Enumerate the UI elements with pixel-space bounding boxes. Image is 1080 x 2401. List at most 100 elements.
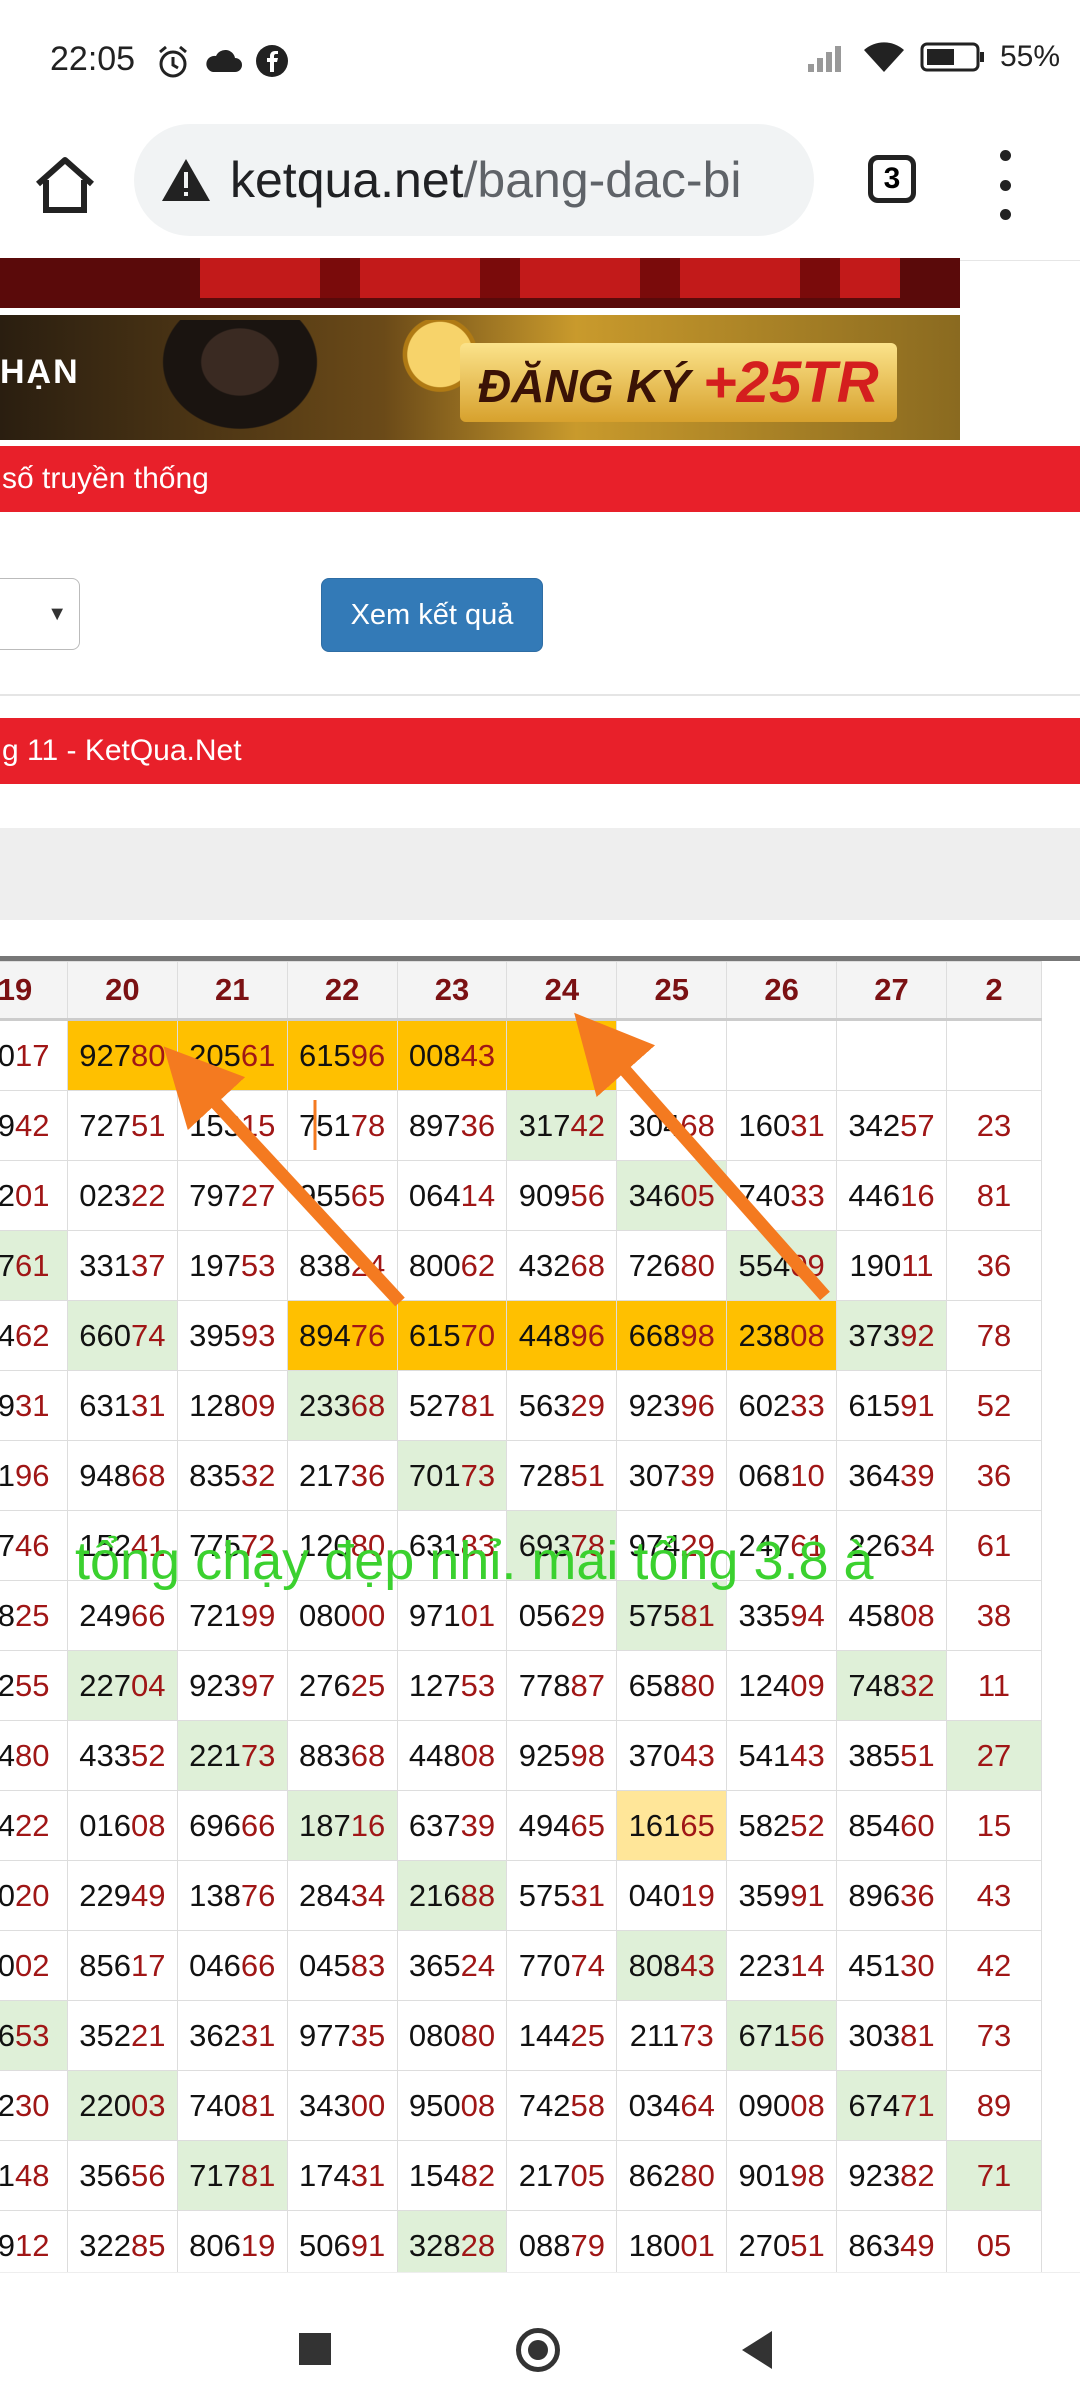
table-row: 3480433522217388368448089259837043541433… [0,1720,1043,1791]
table-cell: 85460 [836,1790,947,1861]
column-header: 26 [726,961,838,1021]
recent-apps-icon[interactable] [299,2333,331,2365]
table-cell [945,1019,1043,1091]
table-cell: 79727 [176,1160,288,1231]
ad-banner-top[interactable] [0,258,960,308]
table-row: 1002856170466604583365247707480843223144… [0,1930,1043,2001]
table-cell: 15482 [396,2140,508,2211]
table-cell: 72751 [66,1090,178,1161]
annotation-text: tổng chạy đẹp nhỉ. mai tổng 3.8 à [75,1531,874,1591]
table-cell: 34605 [616,1160,728,1231]
more-options-icon[interactable] [990,150,1020,220]
wifi-icon [863,42,904,72]
status-icons-right: 55% [806,40,1060,74]
table-cell: 04583 [286,1930,398,2001]
table-cell: 67156 [726,2000,838,2071]
table-cell: 16165 [616,1790,728,1861]
ad-player-image [150,320,330,440]
back-icon[interactable] [742,2331,772,2369]
table-cell: 20561 [176,1019,288,1091]
table-cell: 83532 [176,1440,288,1511]
table-cell: 36439 [836,1440,947,1511]
table-cell: 36524 [396,1930,508,2001]
table-cell: 63131 [66,1370,178,1441]
tab-switcher-button[interactable]: 3 [868,155,916,203]
table-cell: 69666 [176,1790,288,1861]
table-cell: 80619 [176,2210,288,2277]
table-cell: 86349 [836,2210,947,2277]
column-header: 21 [176,961,288,1021]
column-header: 23 [396,961,508,1021]
table-cell: 54143 [726,1720,838,1791]
table-cell: 09008 [726,2070,838,2141]
table-cell: 89736 [396,1090,508,1161]
section-header-table-label: g 11 - KetQua.Net [2,734,242,767]
ad-banner-register[interactable]: HẠN ĐĂNG KÝ +25TR [0,315,960,440]
view-results-button[interactable]: Xem kết quả [321,578,543,652]
table-cell: 89 [945,2070,1043,2141]
table-row: 3912322858061950691328280887918001270518… [0,2210,1043,2277]
table-cell [616,1019,728,1091]
divider [0,694,1080,696]
address-bar[interactable]: ketqua.net/bang-dac-bi [134,124,814,236]
ad-banner-text-left: HẠN [0,353,80,391]
column-header: 22 [286,961,398,1021]
column-header: 20 [66,961,178,1021]
table-cell: 71 [945,2140,1043,2211]
table-cell: 42 [945,1930,1043,2001]
table-cell: 97735 [286,2000,398,2071]
table-cell: 5825 [0,1580,68,1651]
table-cell: 52781 [396,1370,508,1441]
table-cell: 61591 [836,1370,947,1441]
table-cell: 15 [945,1790,1043,1861]
facebook-icon [256,45,288,77]
status-time: 22:05 [50,40,136,78]
table-cell: 45130 [836,1930,947,2001]
table-cell: 66898 [616,1300,728,1371]
url-path: /bang-dac-bi [463,152,742,208]
home-nav-icon[interactable] [516,2328,560,2372]
table-cell: 72851 [506,1440,618,1511]
table-cell: 78 [945,1300,1043,1371]
table-cell: 75178 [286,1090,398,1161]
table-cell: 36 [945,1230,1043,1301]
status-icons-left [155,44,289,80]
table-cell: 32285 [66,2210,178,2277]
results-table-container[interactable]: 1920212223242526272 70179278020561615960… [0,956,1080,2277]
table-cell: 43352 [66,1720,178,1791]
table-cell: 77074 [506,1930,618,2001]
signal-icon [807,46,841,72]
table-cell: 95565 [286,1160,398,1231]
table-cell: 35221 [66,2000,178,2071]
table-cell: 13876 [176,1860,288,1931]
table-cell: 06810 [726,1440,838,1511]
table-cell: 21736 [286,1440,398,1511]
table-cell: 17431 [286,2140,398,2211]
column-header: 19 [0,961,68,1021]
table-row: 9942727511531575178897363174230468160313… [0,1090,1043,1161]
table-cell: 57531 [506,1860,618,1931]
table-cell: 92397 [176,1650,288,1721]
table-cell: 66074 [66,1300,178,1371]
table-cell: 74258 [506,2070,618,2141]
table-row: 2422016086966618716637394946516165582528… [0,1790,1043,1861]
table-cell: 61596 [286,1019,398,1091]
tab-count: 3 [883,162,901,195]
table-cell: 3653 [0,2000,68,2071]
table-cell: 9942 [0,1090,68,1161]
table-row: 0230220037408134300950087425803464090086… [0,2070,1043,2141]
table-cell: 1002 [0,1930,68,2001]
table-cell: 30739 [616,1440,728,1511]
table-cell: 34257 [836,1090,947,1161]
table-cell: 12809 [176,1370,288,1441]
table-cell: 74033 [726,1160,838,1231]
table-cell: 30381 [836,2000,947,2071]
date-select[interactable]: ▼ [0,578,80,650]
home-icon[interactable] [30,150,100,220]
table-row: 9148356567178117431154822170586280901989… [0,2140,1043,2211]
table-cell: 70173 [396,1440,508,1511]
column-header: 24 [506,961,618,1021]
not-secure-warning-icon[interactable] [160,157,212,203]
table-cell: 18716 [286,1790,398,1861]
table-cell: 74081 [176,2070,288,2141]
